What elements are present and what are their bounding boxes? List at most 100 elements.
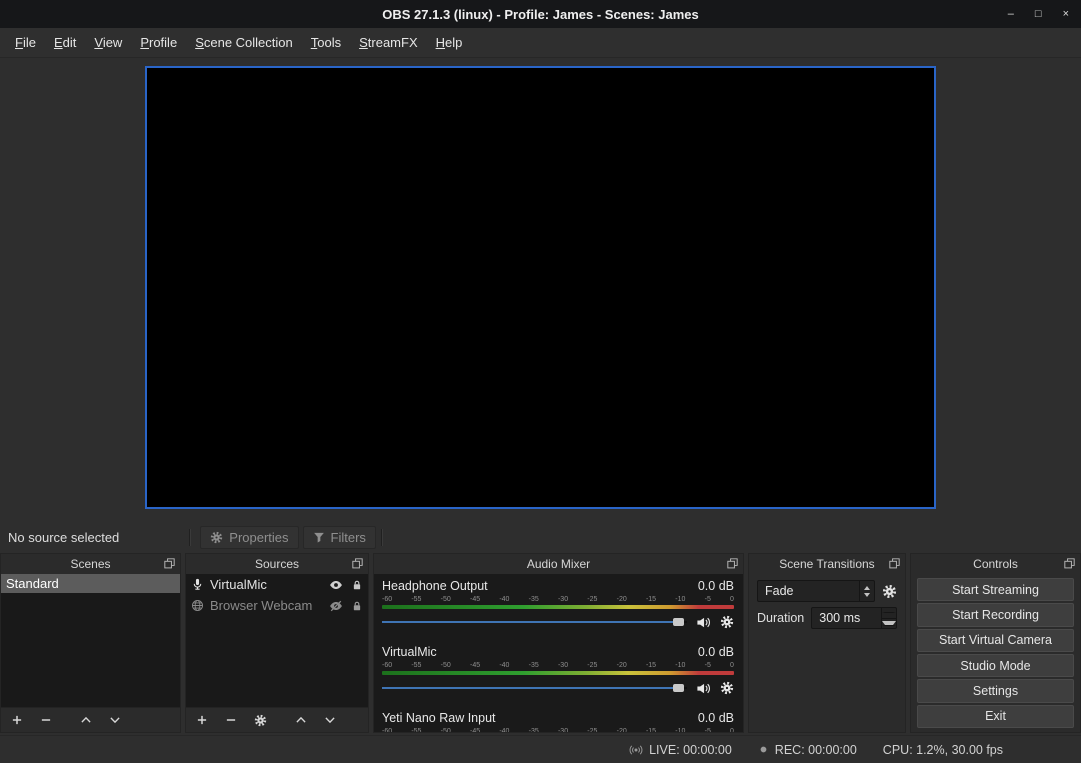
menu-tools[interactable]: Tools bbox=[302, 30, 350, 55]
minimize-button[interactable]: – bbox=[1008, 9, 1014, 20]
menu-help[interactable]: Help bbox=[427, 30, 472, 55]
scene-preview[interactable] bbox=[145, 66, 936, 509]
sources-panel: Sources VirtualMic Browser Webcam bbox=[185, 553, 369, 733]
filters-button[interactable]: Filters bbox=[303, 526, 376, 549]
microphone-icon bbox=[191, 578, 204, 591]
start-streaming-button[interactable]: Start Streaming bbox=[917, 578, 1074, 601]
popout-icon[interactable] bbox=[164, 558, 175, 569]
menu-file[interactable]: File bbox=[6, 30, 45, 55]
scenes-panel: Scenes Standard bbox=[0, 553, 181, 733]
popout-icon[interactable] bbox=[889, 558, 900, 569]
scene-transitions-header[interactable]: Scene Transitions bbox=[749, 554, 905, 574]
scenes-panel-header[interactable]: Scenes bbox=[1, 554, 180, 574]
window-titlebar[interactable]: OBS 27.1.3 (linux) - Profile: James - Sc… bbox=[0, 0, 1081, 28]
studio-mode-button[interactable]: Studio Mode bbox=[917, 654, 1074, 677]
exit-button[interactable]: Exit bbox=[917, 705, 1074, 728]
close-button[interactable]: × bbox=[1063, 9, 1069, 20]
scenes-panel-title: Scenes bbox=[70, 557, 110, 571]
properties-button[interactable]: Properties bbox=[200, 526, 298, 549]
move-scene-up-button[interactable] bbox=[80, 714, 92, 726]
channel-level: 0.0 dB bbox=[698, 645, 734, 659]
channel-settings-button[interactable] bbox=[720, 681, 734, 695]
live-broadcast-icon bbox=[629, 743, 643, 757]
volume-slider-handle[interactable] bbox=[673, 684, 684, 692]
channel-settings-button[interactable] bbox=[720, 615, 734, 629]
spin-up-icon bbox=[882, 612, 896, 613]
meter-tick: -30 bbox=[558, 727, 568, 732]
sources-panel-header[interactable]: Sources bbox=[186, 554, 368, 574]
combo-arrows[interactable] bbox=[859, 581, 874, 601]
settings-button[interactable]: Settings bbox=[917, 679, 1074, 702]
source-row[interactable]: VirtualMic bbox=[186, 574, 368, 595]
menu-profile[interactable]: Profile bbox=[131, 30, 186, 55]
rec-status: REC: 00:00:00 bbox=[775, 743, 857, 757]
scene-item[interactable]: Standard bbox=[1, 574, 180, 593]
mute-button[interactable] bbox=[696, 681, 711, 696]
meter-tick: -10 bbox=[675, 595, 685, 604]
visibility-toggle-icon[interactable] bbox=[329, 578, 343, 592]
meter-tick: -5 bbox=[705, 595, 711, 604]
source-row[interactable]: Browser Webcam bbox=[186, 595, 368, 616]
controls-panel: Controls Start Streaming Start Recording… bbox=[910, 553, 1081, 733]
menu-edit[interactable]: Edit bbox=[45, 30, 85, 55]
popout-icon[interactable] bbox=[352, 558, 363, 569]
cpu-fps-status: CPU: 1.2%, 30.00 fps bbox=[883, 743, 1003, 757]
menu-streamfx[interactable]: StreamFX bbox=[350, 30, 427, 55]
audio-mixer-body: Headphone Output 0.0 dB -60-55-50-45-40-… bbox=[374, 574, 743, 732]
controls-header[interactable]: Controls bbox=[911, 554, 1080, 574]
meter-tick: -20 bbox=[617, 727, 627, 732]
popout-icon[interactable] bbox=[727, 558, 738, 569]
spin-up-icon bbox=[864, 586, 870, 590]
start-virtual-camera-button[interactable]: Start Virtual Camera bbox=[917, 629, 1074, 652]
source-properties-button[interactable] bbox=[254, 714, 267, 727]
start-recording-button[interactable]: Start Recording bbox=[917, 603, 1074, 626]
toolbar-separator bbox=[189, 529, 191, 546]
audio-mixer-header[interactable]: Audio Mixer bbox=[374, 554, 743, 574]
meter-tick: -20 bbox=[617, 661, 627, 670]
menu-view[interactable]: View bbox=[85, 30, 131, 55]
menu-scene-collection[interactable]: Scene Collection bbox=[186, 30, 302, 55]
move-source-down-button[interactable] bbox=[324, 714, 336, 726]
lock-toggle-icon[interactable] bbox=[351, 579, 363, 591]
remove-scene-button[interactable] bbox=[40, 714, 52, 726]
meter-tick: -15 bbox=[646, 661, 656, 670]
volume-slider-handle[interactable] bbox=[673, 618, 684, 626]
mute-button[interactable] bbox=[696, 615, 711, 630]
source-toolbar: No source selected Properties Filters bbox=[0, 523, 1081, 551]
meter-tick: -35 bbox=[529, 727, 539, 732]
toolbar-separator bbox=[381, 529, 383, 546]
scene-transitions-body: Fade Duration 300 ms bbox=[749, 574, 905, 732]
transition-select[interactable]: Fade bbox=[757, 580, 875, 602]
meter-tick: -45 bbox=[470, 727, 480, 732]
duration-input[interactable]: 300 ms bbox=[811, 607, 897, 629]
volume-slider-fill bbox=[382, 687, 673, 689]
window-controls: – □ × bbox=[1008, 0, 1069, 28]
controls-title: Controls bbox=[973, 557, 1018, 571]
volume-slider[interactable] bbox=[382, 681, 687, 695]
move-source-up-button[interactable] bbox=[295, 714, 307, 726]
scene-transitions-title: Scene Transitions bbox=[779, 557, 874, 571]
meter-tick: -60 bbox=[382, 727, 392, 732]
add-scene-button[interactable] bbox=[11, 714, 23, 726]
move-scene-down-button[interactable] bbox=[109, 714, 121, 726]
duration-decrement-button[interactable] bbox=[882, 619, 896, 629]
add-source-button[interactable] bbox=[196, 714, 208, 726]
meter-tick: -55 bbox=[411, 727, 421, 732]
transition-settings-button[interactable] bbox=[882, 584, 897, 599]
meter-tick: 0 bbox=[730, 595, 734, 604]
sources-list: VirtualMic Browser Webcam bbox=[186, 574, 368, 707]
volume-slider[interactable] bbox=[382, 615, 687, 629]
meter-tick: -40 bbox=[499, 727, 509, 732]
duration-increment-button[interactable] bbox=[882, 608, 896, 619]
live-status: LIVE: 00:00:00 bbox=[649, 743, 732, 757]
lock-toggle-icon[interactable] bbox=[351, 600, 363, 612]
meter-tick: -25 bbox=[587, 595, 597, 604]
source-label: VirtualMic bbox=[210, 577, 267, 592]
meter-tick: -55 bbox=[411, 595, 421, 604]
remove-source-button[interactable] bbox=[225, 714, 237, 726]
maximize-button[interactable]: □ bbox=[1035, 9, 1042, 20]
visibility-off-toggle-icon[interactable] bbox=[329, 599, 343, 613]
meter-tick: 0 bbox=[730, 727, 734, 732]
popout-icon[interactable] bbox=[1064, 558, 1075, 569]
sources-toolbar bbox=[186, 707, 368, 732]
